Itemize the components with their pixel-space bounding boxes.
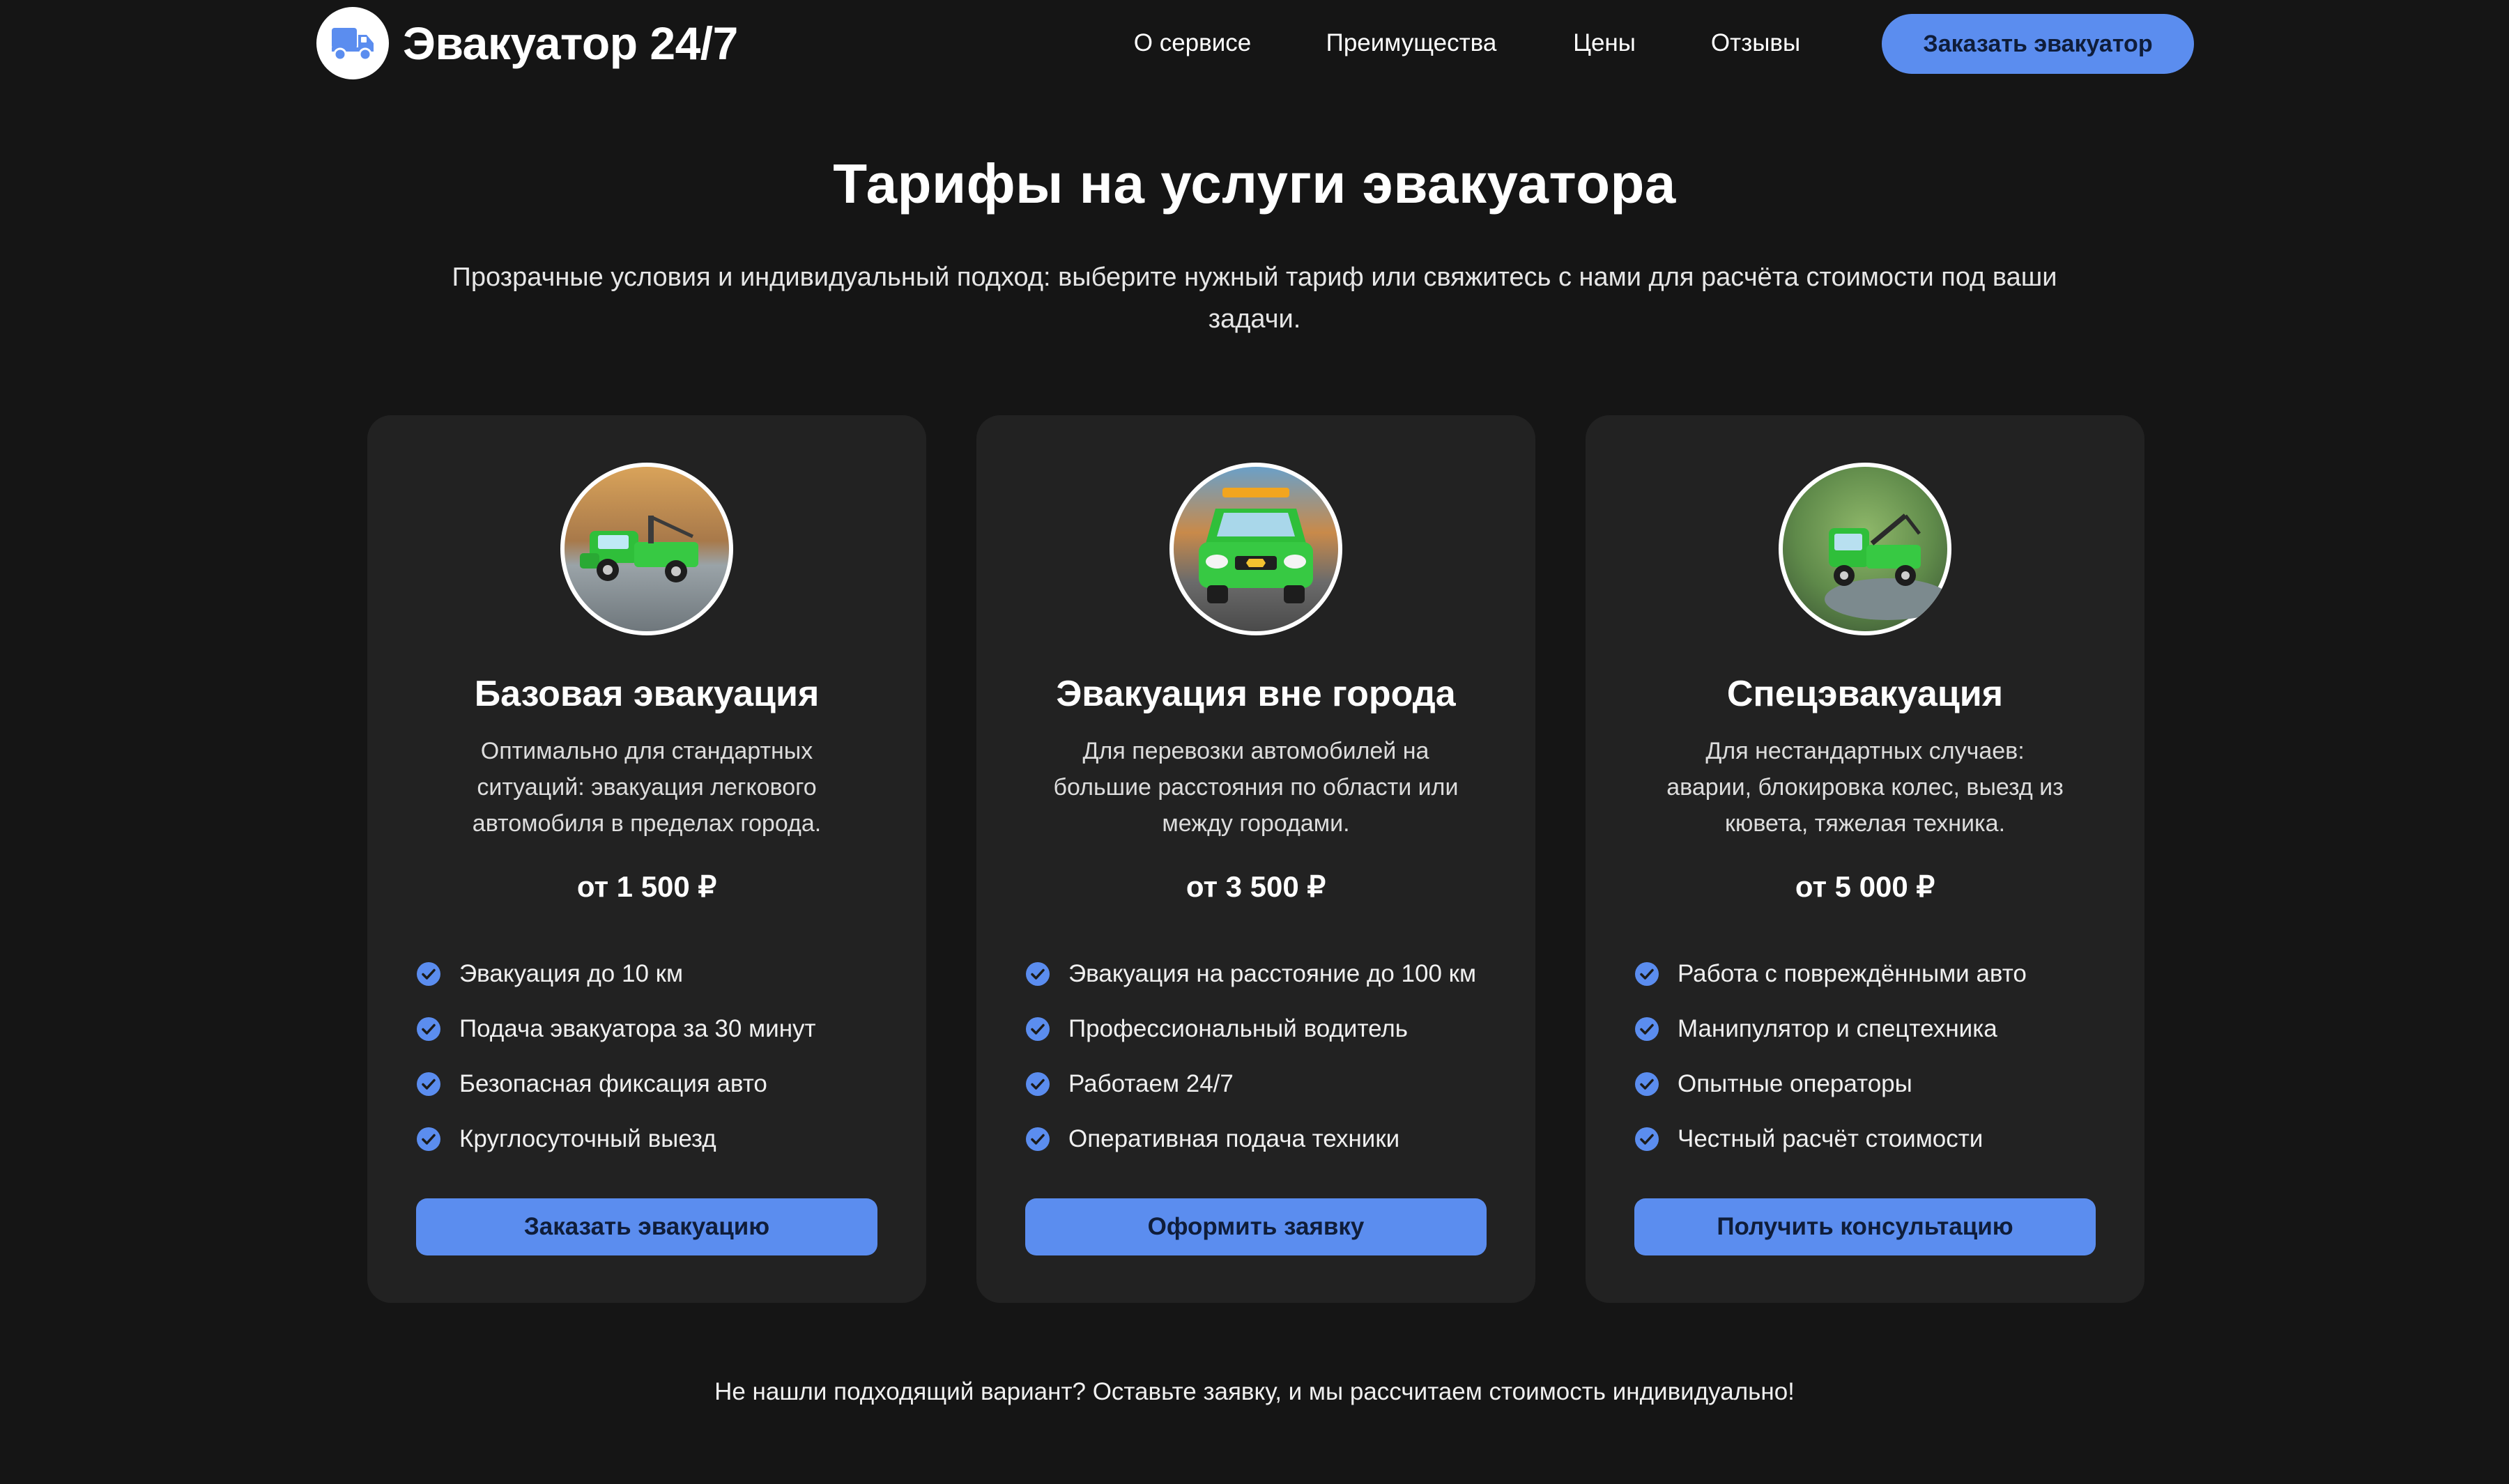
feature-item: Профессиональный водитель (1025, 1001, 1476, 1056)
feature-label: Эвакуация до 10 км (459, 959, 684, 987)
plan-features: Работа с повреждёнными авто Манипулятор … (1634, 946, 2027, 1166)
check-circle-icon (1635, 1072, 1659, 1096)
feature-item: Работаем 24/7 (1025, 1056, 1476, 1111)
site-header: Эвакуатор 24/7 О сервисе Преимущества Це… (0, 0, 2509, 86)
truck-icon (316, 7, 389, 79)
plan-title: Эвакуация вне города (1056, 674, 1456, 714)
check-circle-icon (1026, 1127, 1050, 1151)
feature-label: Круглосуточный выезд (459, 1124, 716, 1152)
pricing-card-basic: Базовая эвакуация Оптимально для стандар… (367, 415, 926, 1303)
plan-description: Для перевозки автомобилей на большие рас… (1053, 738, 1459, 837)
feature-item: Честный расчёт стоимости (1634, 1111, 2027, 1166)
check-circle-icon (1026, 1017, 1050, 1041)
plan-price: от 3 500 ₽ (1186, 870, 1326, 903)
plan-price: от 1 500 ₽ (576, 870, 717, 903)
submit-request-button[interactable]: Оформить заявку (1025, 1198, 1487, 1255)
feature-label: Эвакуация на расстояние до 100 км (1068, 959, 1477, 987)
feature-item: Круглосуточный выезд (416, 1111, 816, 1166)
feature-label: Оперативная подача техники (1068, 1124, 1400, 1152)
brand-name: Эвакуатор 24/7 (403, 17, 738, 69)
feature-label: Честный расчёт стоимости (1678, 1124, 1984, 1152)
check-circle-icon (417, 961, 440, 986)
page-title: Тарифы на услуги эвакуатора (833, 153, 1676, 215)
plan-image-tow-truck-front (1169, 463, 1342, 635)
feature-item: Оперативная подача техники (1025, 1111, 1476, 1166)
feature-item: Безопасная фиксация авто (416, 1056, 816, 1111)
feature-label: Работаем 24/7 (1068, 1069, 1234, 1097)
feature-label: Работа с повреждёнными авто (1678, 959, 2027, 987)
order-tow-truck-button[interactable]: Заказать эвакуатор (1882, 14, 2194, 74)
check-circle-icon (417, 1127, 440, 1151)
get-consultation-button[interactable]: Получить консультацию (1634, 1198, 2096, 1255)
feature-item: Манипулятор и спецтехника (1634, 1001, 2027, 1056)
check-circle-icon (1026, 1072, 1050, 1096)
pricing-card-intercity: Эвакуация вне города Для перевозки автом… (976, 415, 1535, 1303)
check-circle-icon (417, 1072, 440, 1096)
check-circle-icon (1026, 961, 1050, 986)
feature-label: Безопасная фиксация авто (459, 1069, 767, 1097)
feature-item: Работа с повреждёнными авто (1634, 946, 2027, 1001)
check-circle-icon (1635, 1127, 1659, 1151)
order-evacuation-button[interactable]: Заказать эвакуацию (416, 1198, 877, 1255)
plan-price: от 5 000 ₽ (1795, 870, 1935, 903)
feature-label: Подача эвакуатора за 30 минут (459, 1014, 816, 1042)
nav-link-about[interactable]: О сервисе (1134, 22, 1252, 64)
plan-title: Базовая эвакуация (474, 674, 820, 714)
feature-label: Опытные операторы (1678, 1069, 1912, 1097)
nav-link-reviews[interactable]: Отзывы (1711, 22, 1800, 64)
nav-link-prices[interactable]: Цены (1573, 22, 1636, 64)
feature-item: Эвакуация на расстояние до 100 км (1025, 946, 1476, 1001)
page-subtitle: Прозрачные условия и индивидуальный подх… (452, 263, 2057, 334)
plan-description: Для нестандартных случаев: аварии, блоки… (1666, 738, 2064, 837)
check-circle-icon (1635, 961, 1659, 986)
footer-note: Не нашли подходящий вариант? Оставьте за… (714, 1378, 1795, 1405)
feature-item: Подача эвакуатора за 30 минут (416, 1001, 816, 1056)
feature-label: Профессиональный водитель (1068, 1014, 1409, 1042)
nav-link-advantages[interactable]: Преимущества (1326, 22, 1497, 64)
feature-item: Эвакуация до 10 км (416, 946, 816, 1001)
check-circle-icon (417, 1017, 440, 1041)
feature-label: Манипулятор и спецтехника (1678, 1014, 1997, 1042)
pricing-page: Эвакуатор 24/7 О сервисе Преимущества Це… (0, 0, 2509, 1484)
plan-description: Оптимально для стандартных ситуаций: эва… (472, 738, 822, 837)
feature-item: Опытные операторы (1634, 1056, 2027, 1111)
plan-title: Спецэвакуация (1726, 674, 2004, 714)
plan-image-manipulator-truck (1779, 463, 1951, 635)
check-circle-icon (1635, 1017, 1659, 1041)
pricing-card-special: Спецэвакуация Для нестандартных случаев:… (1586, 415, 2144, 1303)
plan-features: Эвакуация на расстояние до 100 км Профес… (1025, 946, 1476, 1166)
plan-image-tow-truck (560, 463, 733, 635)
brand-logo[interactable]: Эвакуатор 24/7 (316, 7, 738, 79)
plan-features: Эвакуация до 10 км Подача эвакуатора за … (416, 946, 816, 1166)
